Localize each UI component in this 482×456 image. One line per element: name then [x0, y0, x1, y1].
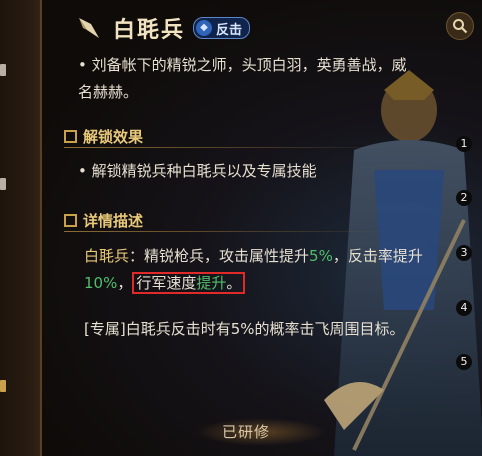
marker-2: 2: [456, 190, 472, 206]
march-speed-label: 行军速度: [136, 274, 197, 292]
unlock-heading-label: 解锁效果: [83, 128, 144, 146]
marker-1: 1: [456, 136, 472, 152]
section-bracket-icon: [64, 130, 77, 143]
intro-bullet: •: [78, 56, 87, 74]
intro-body: 刘备帐下的精锐之师，头顶白羽，英勇善战，威名赫赫。: [78, 56, 407, 101]
badge-label: 反击: [216, 22, 243, 38]
counter-bonus: 10%: [84, 274, 118, 292]
details-part1: ：精锐枪兵，攻击属性提升: [129, 247, 310, 265]
intro-text: • 刘备帐下的精锐之师，头顶白羽，英勇善战，威名赫赫。: [78, 52, 418, 106]
left-tab-3[interactable]: [0, 380, 6, 392]
details-period: 。: [226, 274, 242, 292]
exclusive-text: [专属]白毦兵反击时有5%的概率击飞周围目标。: [84, 320, 405, 338]
unlock-body: 解锁精锐兵种白毦兵以及专属技能: [91, 162, 317, 180]
marker-3: 3: [456, 245, 472, 261]
details-comma: ，: [117, 274, 133, 292]
details-part2: ，反击率提升: [332, 247, 423, 265]
attack-bonus: 5%: [309, 247, 333, 265]
left-tab-2[interactable]: [0, 178, 6, 190]
unit-name-inline: 白毦兵: [84, 247, 130, 265]
unit-title: 白毦兵: [113, 18, 186, 43]
details-heading: 详情描述: [64, 210, 143, 231]
section-divider: [64, 147, 394, 148]
search-icon: [453, 19, 468, 34]
details-heading-label: 详情描述: [83, 212, 144, 230]
unlock-text: • 解锁精锐兵种白毦兵以及专属技能: [78, 158, 438, 185]
search-button[interactable]: [446, 12, 474, 40]
section-divider: [64, 231, 394, 232]
spearhead-icon: [79, 18, 99, 38]
marker-4: 4: [456, 300, 472, 316]
unlock-heading: 解锁效果: [64, 126, 143, 147]
section-bracket-icon: [64, 214, 77, 227]
march-speed-up: 提升: [196, 274, 227, 292]
title-row: 白毦兵 ◆ 反击: [75, 14, 251, 43]
march-speed-highlight: 行军速度提升。: [132, 272, 246, 294]
unlock-bullet: •: [78, 162, 87, 180]
left-tab-1[interactable]: [0, 64, 6, 76]
researched-status: 已研修: [222, 423, 271, 441]
counter-badge: ◆ 反击: [193, 17, 251, 39]
details-text: 白毦兵：精锐枪兵，攻击属性提升5%，反击率提升 10%， 行军速度提升。: [84, 243, 454, 297]
marker-5: 5: [456, 354, 472, 370]
shield-badge-icon: ◆: [196, 20, 213, 36]
